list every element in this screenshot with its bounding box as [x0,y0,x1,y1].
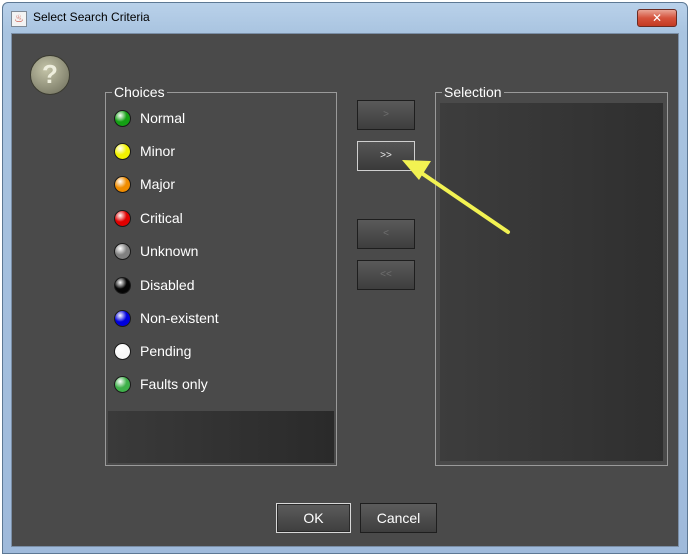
help-icon[interactable]: ? [30,55,70,95]
list-item-major[interactable]: Major [114,173,175,195]
selection-list[interactable] [440,103,663,461]
list-item-pending[interactable]: Pending [114,340,191,362]
list-item-faults-only[interactable]: Faults only [114,373,208,395]
blue-status-dot-icon [114,309,131,327]
add-button[interactable]: > [357,100,415,130]
list-item-label: Unknown [140,243,199,259]
yellow-status-dot-icon [114,142,131,160]
window-title: Select Search Criteria [33,10,150,24]
selection-panel: Selection [435,84,668,466]
list-item-label: Normal [140,110,186,126]
orange-status-dot-icon [114,175,131,193]
choices-list[interactable]: Normal Minor Major Critical Unknown Disa… [108,101,334,463]
list-item-label: Critical [140,210,183,226]
red-status-dot-icon [114,209,131,227]
list-item-label: Faults only [140,376,208,392]
java-app-icon: ♨ [11,11,27,27]
add-all-button[interactable]: >> [357,141,415,171]
list-item-label: Pending [140,343,192,359]
light-green-status-dot-icon [114,375,131,393]
list-item-unknown[interactable]: Unknown [114,240,198,262]
list-item-disabled[interactable]: Disabled [114,274,194,296]
close-button[interactable]: ✕ [637,9,677,27]
remove-button[interactable]: < [357,219,415,249]
remove-all-button[interactable]: << [357,260,415,290]
choices-legend: Choices [112,84,167,100]
list-item-normal[interactable]: Normal [114,107,185,129]
title-bar[interactable]: ♨ Select Search Criteria ✕ [3,3,687,33]
ok-button[interactable]: OK [276,503,351,533]
black-status-dot-icon [114,276,131,294]
list-item-label: Disabled [140,277,195,293]
dialog-content: ? Choices Normal Minor Major Critical Un… [11,33,679,547]
choices-panel: Choices Normal Minor Major Critical Unkn… [105,84,337,466]
list-empty-area [108,411,334,463]
white-status-dot-icon [114,342,131,360]
selection-legend: Selection [442,84,504,100]
list-item-label: Non-existent [140,310,219,326]
green-status-dot-icon [114,109,131,127]
list-item-label: Major [140,176,176,192]
dialog-window: ♨ Select Search Criteria ✕ ? Choices Nor… [2,2,688,554]
gray-status-dot-icon [114,242,131,260]
cancel-button[interactable]: Cancel [360,503,437,533]
list-item-minor[interactable]: Minor [114,140,175,162]
list-item-non-existent[interactable]: Non-existent [114,307,219,329]
list-item-label: Minor [140,143,176,159]
list-item-critical[interactable]: Critical [114,207,183,229]
